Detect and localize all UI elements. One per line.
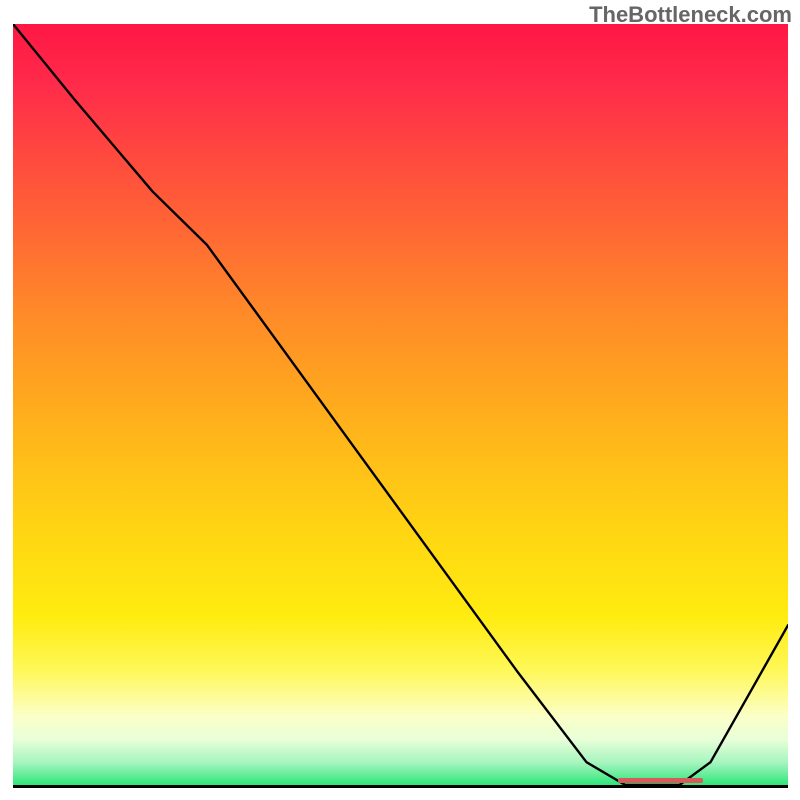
bottleneck-curve <box>13 24 788 785</box>
chart-container: TheBottleneck.com <box>0 0 800 800</box>
chart-plot-area <box>13 24 788 788</box>
minimum-region-marker <box>618 778 703 783</box>
watermark-text: TheBottleneck.com <box>589 2 792 28</box>
